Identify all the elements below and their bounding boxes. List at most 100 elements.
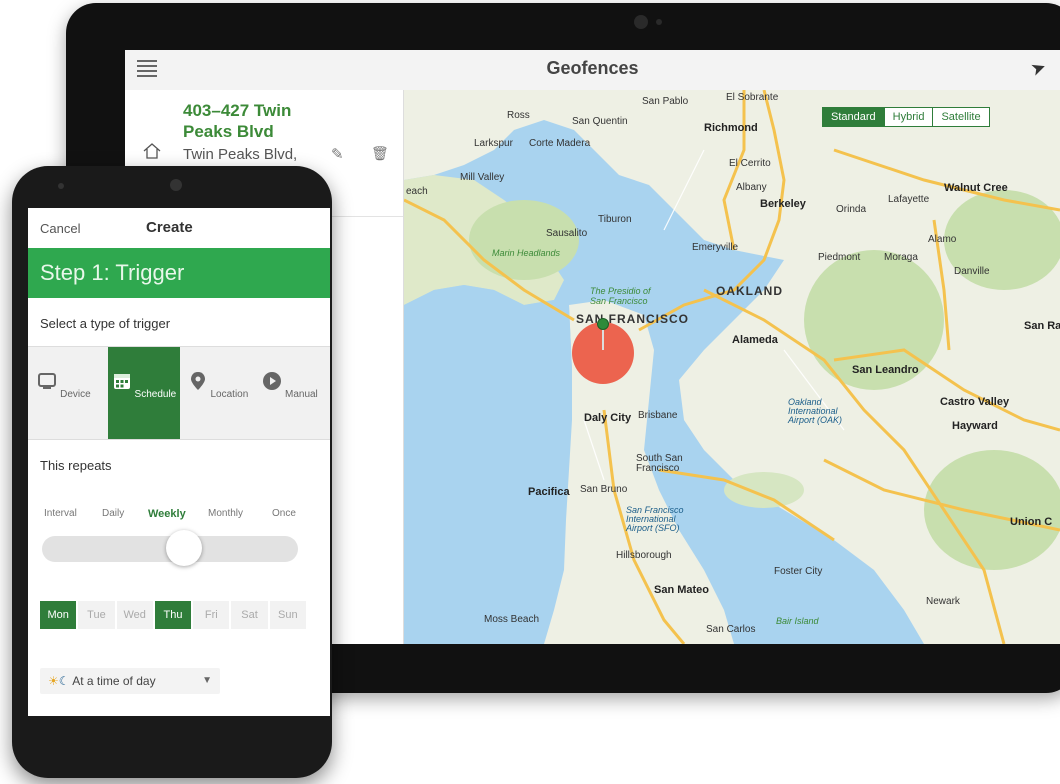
calendar-icon bbox=[113, 374, 130, 389]
map-label: Brisbane bbox=[638, 410, 678, 421]
map-label: San Ra bbox=[1024, 320, 1060, 332]
trigger-type-selector: Device Schedule Location Manual bbox=[28, 346, 330, 440]
map-label: San Carlos bbox=[706, 624, 756, 635]
trigger-location[interactable]: Location bbox=[182, 347, 254, 439]
frequency-weekly[interactable]: Weekly bbox=[148, 508, 186, 520]
map-label: Daly City bbox=[584, 412, 632, 424]
time-mode-dropdown[interactable]: ☀☾ At a time of day ▼ bbox=[40, 668, 220, 694]
map-label: Marin Headlands bbox=[492, 248, 561, 258]
map-label: Sausalito bbox=[546, 228, 588, 239]
map-label: OAKLAND bbox=[716, 284, 783, 298]
map-label: Orinda bbox=[836, 204, 867, 215]
map-label: Mill Valley bbox=[460, 172, 505, 183]
map-label: Tiburon bbox=[598, 214, 632, 225]
map-type-hybrid[interactable]: Hybrid bbox=[883, 108, 933, 126]
time-mode-label: At a time of day bbox=[72, 674, 156, 688]
phone-screen: Cancel Create Step 1: Trigger Select a t… bbox=[28, 208, 330, 716]
slider-handle[interactable] bbox=[166, 530, 202, 566]
map-label: San Leandro bbox=[852, 364, 919, 376]
chevron-down-icon: ▼ bbox=[202, 675, 212, 686]
page-title: Geofences bbox=[546, 58, 639, 78]
trigger-manual[interactable]: Manual bbox=[254, 347, 326, 439]
map-label: Hayward bbox=[952, 420, 998, 432]
map-pin-icon[interactable] bbox=[597, 318, 609, 330]
trigger-schedule[interactable]: Schedule bbox=[108, 347, 180, 439]
map-label: Pacifica bbox=[528, 486, 570, 498]
trigger-label: Manual bbox=[284, 389, 318, 400]
app-bar: Geofences ➤ bbox=[125, 50, 1060, 91]
frequency-monthly[interactable]: Monthly bbox=[208, 508, 243, 519]
map-label: San Pablo bbox=[642, 96, 689, 107]
map-type-satellite[interactable]: Satellite bbox=[932, 108, 988, 126]
cancel-button[interactable]: Cancel bbox=[40, 221, 80, 236]
trigger-prompt: Select a type of trigger bbox=[40, 316, 171, 331]
frequency-slider[interactable] bbox=[42, 530, 298, 566]
map-label: Alamo bbox=[928, 234, 957, 245]
map-label: Danville bbox=[954, 266, 990, 277]
day-mon[interactable]: Mon bbox=[40, 601, 77, 629]
map-label: Alameda bbox=[732, 334, 778, 346]
play-icon bbox=[263, 372, 282, 390]
map-label: Hillsborough bbox=[616, 550, 672, 561]
map-label: Emeryville bbox=[692, 242, 739, 253]
map-label: Larkspur bbox=[474, 138, 513, 149]
map-label: Castro Valley bbox=[940, 396, 1010, 408]
trigger-label: Schedule bbox=[134, 389, 177, 400]
trash-icon[interactable]: 🗑 bbox=[371, 145, 389, 162]
map-label: Bair Island bbox=[776, 616, 819, 626]
phone-camera bbox=[170, 179, 182, 191]
phone-speaker bbox=[58, 183, 64, 189]
day-thu[interactable]: Thu bbox=[154, 601, 192, 629]
edit-icon[interactable]: ✎ bbox=[331, 145, 344, 163]
map-type-standard[interactable]: Standard bbox=[823, 108, 884, 126]
tablet-camera bbox=[634, 15, 648, 29]
phone-device: Cancel Create Step 1: Trigger Select a t… bbox=[12, 166, 332, 778]
page-title: Create bbox=[146, 219, 193, 236]
map-label: The Presidio of San Francisco bbox=[590, 286, 651, 306]
map-label: Corte Madera bbox=[529, 138, 591, 149]
weekday-picker: Mon Tue Wed Thu Fri Sat Sun bbox=[40, 601, 308, 629]
map-label: El Sobrante bbox=[726, 92, 779, 103]
frequency-once[interactable]: Once bbox=[272, 508, 296, 519]
map-label: Moss Beach bbox=[484, 614, 540, 625]
repeats-label: This repeats bbox=[40, 458, 112, 473]
map-label: San Mateo bbox=[654, 584, 710, 596]
trigger-device[interactable]: Device bbox=[28, 347, 100, 439]
map-label: Foster City bbox=[774, 566, 823, 577]
map-label: each bbox=[406, 186, 428, 197]
map-label: San Francisco International Airport (SFO… bbox=[626, 505, 684, 533]
day-sat[interactable]: Sat bbox=[231, 601, 268, 629]
map-label: South San Francisco bbox=[636, 453, 683, 474]
day-tue[interactable]: Tue bbox=[78, 601, 115, 629]
map-label: El Cerrito bbox=[729, 158, 771, 169]
moon-icon: ☾ bbox=[58, 674, 70, 688]
step-banner: Step 1: Trigger bbox=[28, 248, 330, 298]
map-label: Ross bbox=[507, 110, 530, 121]
tv-icon bbox=[38, 373, 57, 389]
day-wed[interactable]: Wed bbox=[116, 601, 153, 629]
trigger-label: Location bbox=[210, 389, 249, 400]
map-label: Berkeley bbox=[760, 198, 806, 210]
geofence-title: 403–427 Twin Peaks Blvd bbox=[183, 101, 292, 141]
frequency-interval[interactable]: Interval bbox=[44, 508, 77, 519]
map-label: Newark bbox=[926, 596, 960, 607]
sun-moon-icon: ☀ bbox=[48, 674, 59, 688]
frequency-daily[interactable]: Daily bbox=[102, 508, 124, 519]
tablet-sensor bbox=[656, 19, 662, 25]
map-label: Walnut Cree bbox=[944, 182, 1008, 194]
map-label: San Bruno bbox=[580, 484, 628, 495]
map-view[interactable]: Standard Hybrid Satellite San Pablo El S… bbox=[404, 90, 1060, 644]
map-label: Richmond bbox=[704, 122, 758, 134]
day-sun[interactable]: Sun bbox=[269, 601, 306, 629]
map-label: San Quentin bbox=[572, 116, 628, 127]
map-label: Oakland International Airport (OAK) bbox=[788, 397, 843, 425]
trigger-label: Device bbox=[60, 389, 91, 400]
day-fri[interactable]: Fri bbox=[193, 601, 230, 629]
map-type-toggle: Standard Hybrid Satellite bbox=[822, 107, 990, 127]
phone-header: Cancel Create bbox=[28, 208, 330, 248]
map-pin-icon bbox=[190, 372, 205, 390]
map-label: Union C bbox=[1010, 516, 1053, 528]
map-label: Albany bbox=[736, 182, 767, 193]
map-pin-stick bbox=[602, 328, 604, 350]
map-label: Lafayette bbox=[888, 194, 930, 205]
